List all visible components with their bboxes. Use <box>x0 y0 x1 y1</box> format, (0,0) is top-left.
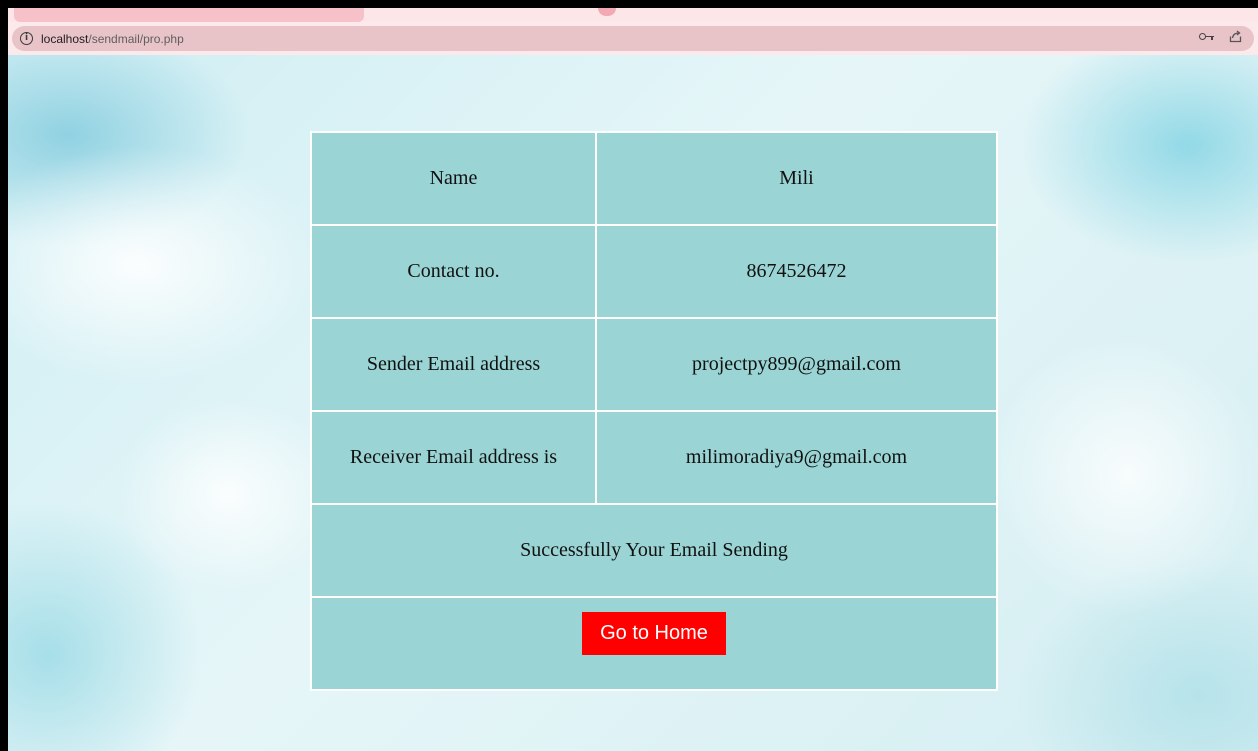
site-info-icon[interactable]: i <box>20 32 33 45</box>
share-icon[interactable] <box>1229 30 1242 43</box>
url-text: localhost/sendmail/pro.php <box>41 32 184 46</box>
sender-email-value: projectpy899@gmail.com <box>597 319 996 410</box>
table-row: Go to Home <box>312 598 996 689</box>
table-row: Contact no. 8674526472 <box>312 226 996 317</box>
go-to-home-button[interactable]: Go to Home <box>582 612 726 655</box>
address-bar: i localhost/sendmail/pro.php <box>8 22 1258 55</box>
tab-strip <box>8 8 1258 22</box>
table-row: Sender Email address projectpy899@gmail.… <box>312 319 996 410</box>
name-value: Mili <box>597 133 996 224</box>
receiver-email-value: milimoradiya9@gmail.com <box>597 412 996 503</box>
table-row: Receiver Email address is milimoradiya9@… <box>312 412 996 503</box>
page-viewport: Name Mili Contact no. 8674526472 Sender … <box>8 55 1258 751</box>
browser-tab[interactable] <box>14 8 364 22</box>
tab-indicator <box>598 8 616 16</box>
url-field[interactable]: i localhost/sendmail/pro.php <box>12 26 1254 51</box>
name-label: Name <box>312 133 595 224</box>
contact-value: 8674526472 <box>597 226 996 317</box>
url-path: /sendmail/pro.php <box>88 31 184 46</box>
action-cell: Go to Home <box>312 598 996 689</box>
table-row: Successfully Your Email Sending <box>312 505 996 596</box>
status-message: Successfully Your Email Sending <box>312 505 996 596</box>
table-row: Name Mili <box>312 133 996 224</box>
browser-window: i localhost/sendmail/pro.php Name Mili C… <box>8 8 1258 751</box>
email-details-table: Name Mili Contact no. 8674526472 Sender … <box>310 131 998 691</box>
url-host: localhost <box>41 31 89 46</box>
contact-label: Contact no. <box>312 226 595 317</box>
sender-email-label: Sender Email address <box>312 319 595 410</box>
password-key-icon[interactable] <box>1199 31 1215 43</box>
receiver-email-label: Receiver Email address is <box>312 412 595 503</box>
